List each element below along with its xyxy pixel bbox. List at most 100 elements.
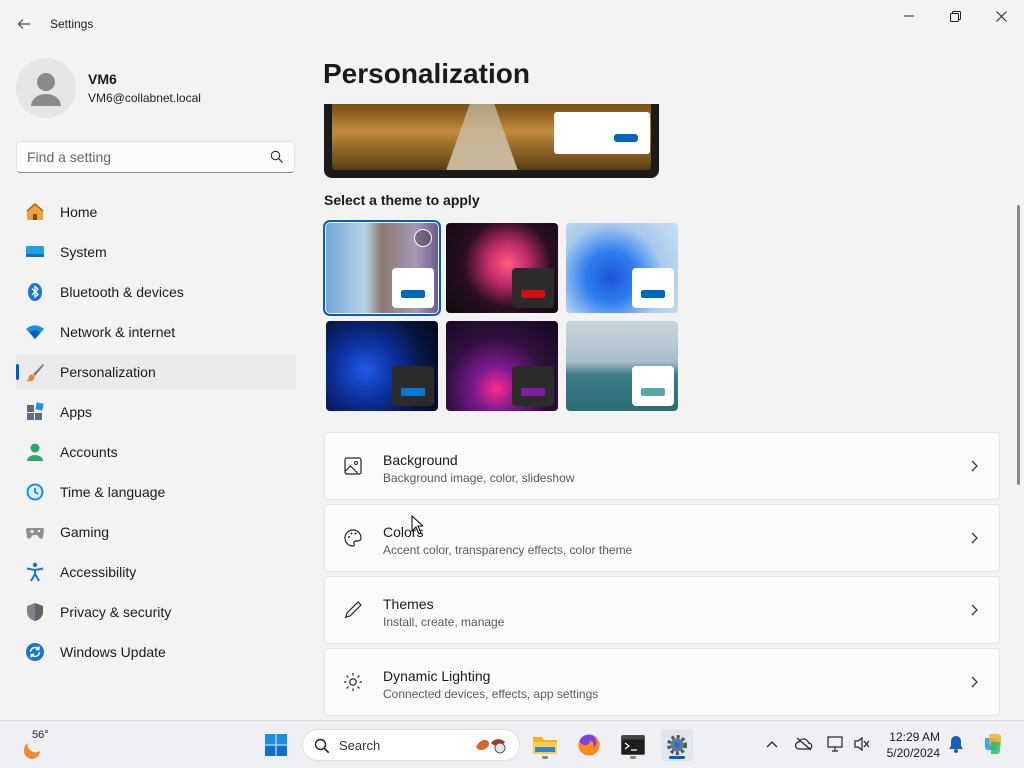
theme-tile-4[interactable] [326,321,438,411]
sidebar-item-home[interactable]: Home [16,194,296,230]
show-hidden-icons-button[interactable] [762,734,782,754]
theme-tile-5[interactable] [446,321,558,411]
firefox-button[interactable] [573,729,605,761]
themes-card[interactable]: Themes Install, create, manage [324,576,1000,644]
background-card[interactable]: Background Background image, color, slid… [324,432,1000,500]
sidebar-item-system[interactable]: System [16,234,296,270]
close-button[interactable] [978,0,1024,32]
restore-button[interactable] [932,0,978,32]
bell-icon [949,736,963,753]
card-subtitle: Connected devices, effects, app settings [383,687,599,701]
windows-logo-icon [265,734,287,756]
system-icon [26,246,44,257]
sidebar-item-label: System [60,244,107,260]
sidebar-item-label: Accessibility [60,564,137,580]
sidebar-item-network[interactable]: Network & internet [16,314,296,350]
sidebar-item-label: Privacy & security [60,604,172,620]
chevron-right-icon [971,604,978,616]
main-content: Select a theme to apply Background Backg… [310,104,1024,720]
sidebar-item-windows-update[interactable]: Windows Update [16,634,296,670]
start-button[interactable] [260,729,292,761]
theme-tile-6[interactable] [566,321,678,411]
theme-window-preview [392,366,434,406]
theme-window-preview [512,366,554,406]
image-icon [344,457,362,475]
sidebar-item-label: Personalization [60,364,156,380]
avatar [16,58,76,118]
sidebar-item-label: Bluetooth & devices [60,284,184,300]
terminal-button[interactable] [617,729,649,761]
weather-temperature: 56° [32,729,49,741]
brush-icon [26,364,44,382]
themes-section-label: Select a theme to apply [324,192,480,208]
title-bar: Settings [0,0,1024,48]
selected-check-icon [414,229,432,247]
accounts-icon [27,443,43,461]
sidebar-item-bluetooth[interactable]: Bluetooth & devices [16,274,296,310]
card-subtitle: Accent color, transparency effects, colo… [383,543,633,557]
home-icon [26,202,44,220]
card-subtitle: Install, create, manage [383,615,505,629]
onedrive-tray[interactable] [794,734,814,754]
search-highlight-icon [476,739,506,754]
sidebar-item-privacy-security[interactable]: Privacy & security [16,594,296,630]
taskbar-search-label: Search [339,738,381,753]
theme-accent-bar [641,290,665,298]
card-title: Dynamic Lighting [383,668,491,684]
accessibility-icon [26,562,44,582]
chevron-right-icon [971,676,978,688]
running-indicator [542,756,548,759]
pen-icon [344,601,362,619]
search-icon [314,738,330,754]
dynamic-lighting-card[interactable]: Dynamic Lighting Connected devices, effe… [324,648,1000,716]
lighting-icon [344,673,362,691]
card-title: Themes [383,596,434,612]
theme-window-preview [632,268,674,308]
sidebar-item-time-language[interactable]: Time & language [16,474,296,510]
firefox-icon [578,734,600,756]
preview-window [554,112,650,154]
clock-time: 12:29 AM [889,730,940,744]
copilot-button[interactable] [980,731,1006,757]
user-profile[interactable]: VM6 VM6@collabnet.local [16,58,306,118]
system-clock[interactable]: 12:29 AM 5/20/2024 [880,729,940,761]
restore-icon [949,10,961,22]
sidebar-item-accounts[interactable]: Accounts [16,434,296,470]
theme-window-preview [392,268,434,308]
wallpaper-preview [332,104,651,170]
theme-tile-3[interactable] [566,223,678,313]
sidebar-item-gaming[interactable]: Gaming [16,514,296,550]
monitor-network-icon [827,736,843,752]
sidebar-item-label: Home [60,204,98,220]
active-indicator [669,756,685,759]
sidebar-item-accessibility[interactable]: Accessibility [16,554,296,590]
theme-tile-2[interactable] [446,223,558,313]
preview-accent-bar [614,134,638,142]
update-icon [26,643,44,661]
theme-tile-1[interactable] [323,220,441,316]
back-button[interactable] [8,8,40,40]
bluetooth-icon [28,283,42,301]
taskbar-search[interactable]: Search [302,729,520,761]
page-title: Personalization [323,58,530,89]
sidebar-item-label: Time & language [60,484,166,500]
settings-taskbar-button[interactable] [661,729,693,761]
sidebar-item-label: Windows Update [60,644,166,660]
search-box[interactable] [16,141,295,173]
network-tray[interactable] [826,734,846,754]
weather-widget[interactable]: 56° [16,727,66,763]
notifications-button[interactable] [946,734,966,754]
sidebar-item-label: Apps [60,404,92,420]
content-scrollbar[interactable] [1017,205,1020,485]
sidebar-item-personalization[interactable]: Personalization [16,354,296,390]
user-email: VM6@collabnet.local [88,91,201,105]
search-input[interactable] [27,148,267,166]
minimize-button[interactable] [886,0,932,32]
colors-card[interactable]: Colors Accent color, transparency effect… [324,504,1000,572]
speaker-muted-icon [854,736,870,752]
search-icon[interactable] [270,150,284,164]
volume-tray[interactable] [852,734,872,754]
file-explorer-button[interactable] [529,729,561,761]
theme-accent-bar [521,388,545,396]
sidebar-item-apps[interactable]: Apps [16,394,296,430]
